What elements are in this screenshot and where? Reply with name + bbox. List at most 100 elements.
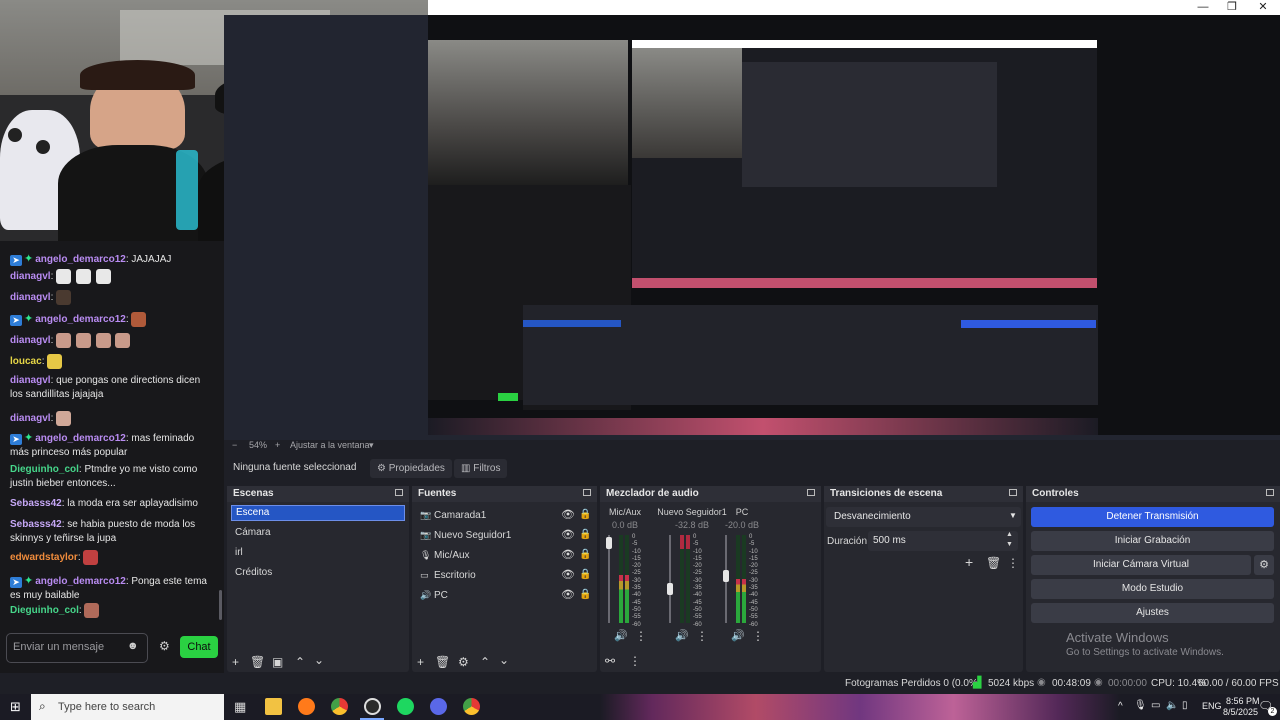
chat-settings-icon[interactable]: ⚙ bbox=[159, 639, 170, 653]
chat-scrollbar[interactable] bbox=[219, 590, 222, 620]
battery-icon[interactable]: ▯ bbox=[1182, 700, 1188, 711]
obs-titlebar[interactable]: — ❐ ✕ bbox=[428, 0, 1280, 15]
file-explorer-icon[interactable] bbox=[265, 698, 282, 715]
chat-send-button[interactable]: Chat bbox=[180, 636, 218, 658]
minimize-icon[interactable]: — bbox=[1196, 1, 1210, 13]
trash-icon[interactable]: 🗑 bbox=[250, 656, 265, 668]
visibility-eye-icon[interactable]: 👁 bbox=[561, 509, 575, 521]
scene-item[interactable]: Créditos bbox=[231, 565, 405, 581]
chat-username[interactable]: loucac bbox=[10, 356, 42, 367]
visibility-eye-icon[interactable]: 👁 bbox=[561, 589, 575, 601]
zoom-out-button[interactable]: − bbox=[232, 440, 237, 450]
stepper-up-icon[interactable]: ▲ bbox=[1006, 531, 1013, 538]
chat-message-list[interactable]: ➤ ✦ angelo_demarco12: JAJAJAJ dianagvl: dia… bbox=[0, 241, 224, 633]
kebab-menu-icon[interactable]: ⋮ bbox=[635, 630, 647, 642]
mute-speaker-icon[interactable]: 🔊 bbox=[731, 630, 745, 642]
firefox-icon[interactable] bbox=[298, 698, 315, 715]
chat-username[interactable]: Dieguinho_col bbox=[10, 464, 79, 475]
trash-icon[interactable]: 🗑 bbox=[986, 557, 1001, 569]
kebab-menu-icon[interactable]: ⋮ bbox=[752, 630, 764, 642]
kebab-menu-icon[interactable]: ⋮ bbox=[696, 630, 708, 642]
advanced-audio-icon[interactable]: ⚯ bbox=[605, 655, 615, 667]
network-icon[interactable]: ▭ bbox=[1151, 700, 1160, 711]
undock-icon[interactable] bbox=[807, 489, 815, 496]
chat-username[interactable]: angelo_demarco12 bbox=[35, 314, 126, 325]
chat-username[interactable]: Sebasss42 bbox=[10, 519, 62, 530]
chrome-profile-icon[interactable] bbox=[463, 698, 480, 715]
scene-item[interactable]: Escena bbox=[231, 505, 405, 521]
chat-username[interactable]: dianagvl bbox=[10, 271, 51, 282]
start-recording-button[interactable]: Iniciar Grabación bbox=[1031, 531, 1274, 551]
mute-speaker-icon[interactable]: 🔊 bbox=[675, 630, 689, 642]
chat-username[interactable]: dianagvl bbox=[10, 413, 51, 424]
move-down-icon[interactable]: ⌄ bbox=[314, 654, 324, 666]
lock-icon[interactable]: 🔒 bbox=[579, 529, 591, 541]
move-up-icon[interactable]: ⌃ bbox=[295, 656, 305, 668]
clock-date[interactable]: 8/5/2025 bbox=[1223, 707, 1258, 717]
chat-username[interactable]: Sebasss42 bbox=[10, 498, 62, 509]
chat-username[interactable]: angelo_demarco12 bbox=[35, 433, 126, 444]
stop-streaming-button[interactable]: Detener Transmisión bbox=[1031, 507, 1274, 527]
undock-icon[interactable] bbox=[1266, 489, 1274, 496]
microphone-icon[interactable]: 🎙 bbox=[1134, 700, 1147, 711]
move-down-icon[interactable]: ⌄ bbox=[499, 654, 509, 666]
chat-username[interactable]: edwardstaylor bbox=[10, 552, 78, 563]
maximize-icon[interactable]: ❐ bbox=[1225, 1, 1239, 13]
chrome-icon[interactable] bbox=[331, 698, 348, 715]
lock-icon[interactable]: 🔒 bbox=[579, 549, 591, 561]
tray-chevron-up-icon[interactable]: ^ bbox=[1118, 701, 1123, 712]
task-view-icon[interactable]: ▦ bbox=[234, 699, 246, 715]
studio-mode-button[interactable]: Modo Estudio bbox=[1031, 579, 1274, 599]
kebab-menu-icon[interactable]: ⋮ bbox=[1007, 557, 1019, 569]
discord-icon[interactable] bbox=[430, 698, 447, 715]
taskbar-search[interactable]: ⌕ Type here to search bbox=[31, 694, 224, 720]
gear-icon[interactable]: ⚙ bbox=[458, 656, 469, 668]
move-up-icon[interactable]: ⌃ bbox=[480, 656, 490, 668]
mute-speaker-icon[interactable]: 🔊 bbox=[614, 630, 628, 642]
chevron-down-icon[interactable]: ▾ bbox=[369, 440, 374, 451]
visibility-eye-icon[interactable]: 👁 bbox=[561, 569, 575, 581]
undock-icon[interactable] bbox=[395, 489, 403, 496]
emoji-icon[interactable]: ☻ bbox=[127, 640, 139, 652]
spotify-icon[interactable] bbox=[397, 698, 414, 715]
lock-icon[interactable]: 🔒 bbox=[579, 569, 591, 581]
virtual-camera-settings-icon[interactable]: ⚙ bbox=[1254, 555, 1274, 575]
transition-select[interactable]: Desvanecimiento ▼ bbox=[826, 507, 1021, 527]
chat-username[interactable]: dianagvl bbox=[10, 335, 51, 346]
visibility-eye-icon[interactable]: 👁 bbox=[561, 529, 575, 541]
chat-username[interactable]: Dieguinho_col bbox=[10, 605, 79, 616]
chat-username[interactable]: angelo_demarco12 bbox=[35, 576, 126, 587]
windows-start-icon[interactable]: ⊞ bbox=[10, 699, 21, 715]
start-virtual-camera-button[interactable]: Iniciar Cámara Virtual bbox=[1031, 555, 1251, 575]
lock-icon[interactable]: 🔒 bbox=[579, 589, 591, 601]
add-source-icon[interactable]: + bbox=[417, 656, 424, 668]
stepper-down-icon[interactable]: ▼ bbox=[1006, 541, 1013, 548]
obs-icon[interactable] bbox=[364, 698, 381, 715]
volume-slider[interactable] bbox=[669, 535, 671, 623]
volume-icon[interactable]: 🔈 bbox=[1166, 700, 1178, 711]
properties-button[interactable]: ⚙ Propiedades bbox=[370, 459, 452, 478]
language[interactable]: ENG bbox=[1202, 701, 1222, 711]
volume-slider-knob[interactable] bbox=[606, 536, 612, 549]
scene-item[interactable]: Cámara bbox=[231, 525, 405, 541]
volume-slider-knob[interactable] bbox=[723, 570, 729, 583]
chat-username[interactable]: dianagvl bbox=[10, 375, 51, 386]
add-transition-icon[interactable]: + bbox=[965, 555, 973, 569]
lock-icon[interactable]: 🔒 bbox=[579, 509, 591, 521]
chat-username[interactable]: angelo_demarco12 bbox=[35, 254, 126, 265]
kebab-menu-icon[interactable]: ⋮ bbox=[629, 655, 641, 667]
scene-item[interactable]: irl bbox=[231, 545, 405, 561]
chat-username[interactable]: dianagvl bbox=[10, 292, 51, 303]
settings-button[interactable]: Ajustes bbox=[1031, 603, 1274, 623]
duration-input[interactable]: 500 ms ▲ ▼ bbox=[868, 531, 1018, 551]
volume-slider-knob[interactable] bbox=[667, 583, 673, 596]
undock-icon[interactable] bbox=[583, 489, 591, 496]
clock-time[interactable]: 8:56 PM bbox=[1226, 696, 1260, 706]
close-icon[interactable]: ✕ bbox=[1256, 1, 1270, 13]
fit-to-window[interactable]: Ajustar a la ventana bbox=[290, 440, 370, 450]
filters-button[interactable]: ▥ Filtros bbox=[454, 459, 508, 478]
add-scene-icon[interactable]: + bbox=[232, 656, 239, 668]
scene-filters-icon[interactable]: ▣ bbox=[272, 656, 283, 668]
undock-icon[interactable] bbox=[1009, 489, 1017, 496]
preview-canvas[interactable] bbox=[428, 15, 1280, 435]
